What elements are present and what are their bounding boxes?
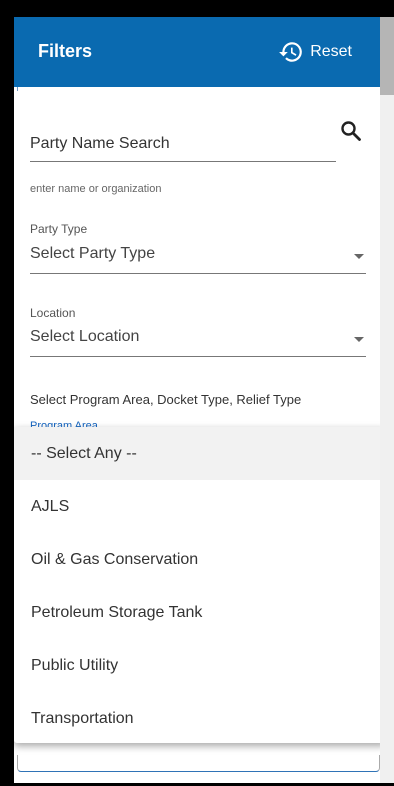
option-public-utility[interactable]: Public Utility: [14, 639, 386, 692]
party-name-search[interactable]: Party Name Search: [30, 135, 336, 162]
scrollbar[interactable]: [380, 17, 394, 783]
option-oil-gas[interactable]: Oil & Gas Conservation: [14, 533, 386, 586]
party-type-label: Party Type: [30, 222, 88, 236]
reset-label: Reset: [310, 43, 352, 60]
dropdown-caret-icon: [354, 337, 364, 342]
location-value: Select Location: [30, 328, 140, 345]
location-select[interactable]: Select Location: [30, 328, 366, 357]
next-field-outline: [17, 755, 380, 772]
filters-panel: Filters Reset Party Name Search enter na…: [14, 17, 394, 783]
filters-header: Filters Reset: [14, 17, 380, 87]
party-type-value: Select Party Type: [30, 245, 156, 262]
option-petroleum-storage[interactable]: Petroleum Storage Tank: [14, 586, 386, 639]
option-select-any[interactable]: -- Select Any --: [14, 427, 386, 480]
location-label: Location: [30, 306, 76, 320]
reset-button[interactable]: Reset: [278, 37, 352, 67]
option-ajls[interactable]: AJLS: [14, 480, 386, 533]
panel-border: [17, 87, 382, 91]
search-icon[interactable]: [339, 119, 363, 143]
search-hint: enter name or organization: [30, 183, 162, 195]
program-section-label: Select Program Area, Docket Type, Relief…: [30, 392, 302, 407]
program-area-dropdown[interactable]: -- Select Any -- AJLS Oil & Gas Conserva…: [14, 427, 386, 743]
party-type-select[interactable]: Select Party Type: [30, 245, 366, 274]
party-name-search-input[interactable]: Party Name Search: [30, 135, 336, 162]
option-transportation[interactable]: Transportation: [14, 692, 386, 745]
history-icon: [279, 42, 303, 62]
dropdown-caret-icon: [354, 254, 364, 259]
scrollbar-thumb[interactable]: [380, 17, 394, 95]
filters-title: Filters: [38, 41, 93, 61]
